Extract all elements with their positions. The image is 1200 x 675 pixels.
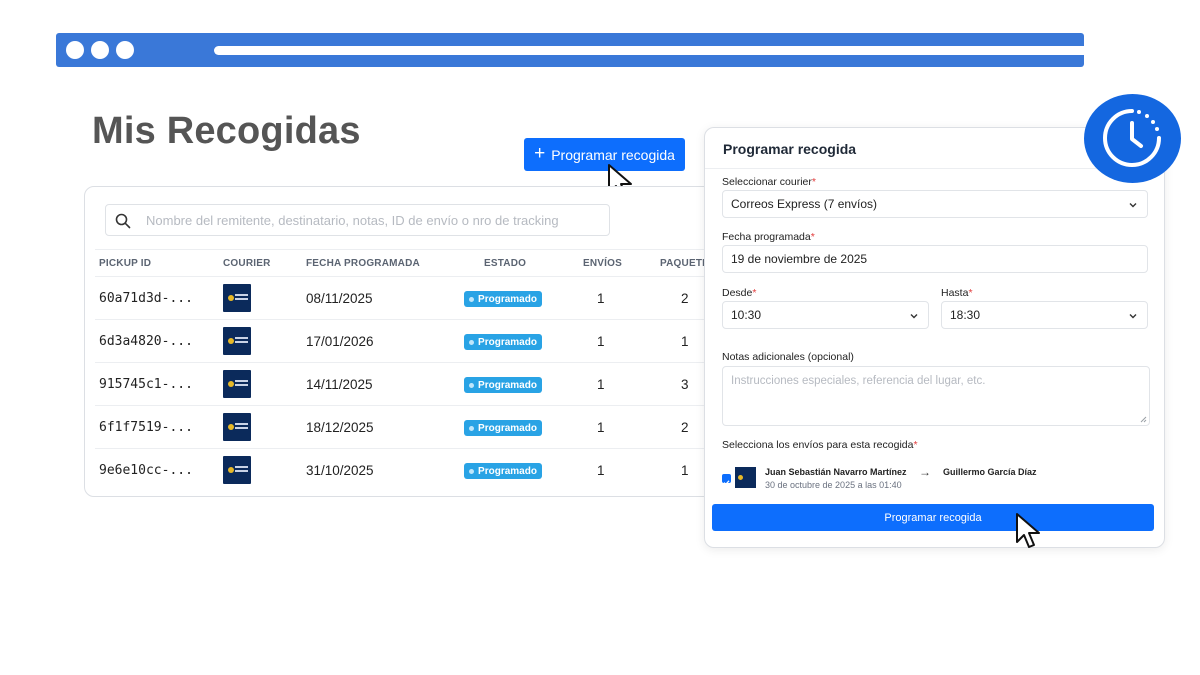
header-courier[interactable]: COURIER (223, 258, 271, 269)
courier-select-value: Correos Express (7 envíos) (731, 197, 878, 211)
scheduled-date: 31/10/2025 (306, 463, 374, 478)
packages-count: 3 (681, 377, 689, 392)
table-row[interactable]: 6d3a4820-... 17/01/2026 Programado 1 1 (95, 320, 723, 363)
window-dot-1[interactable] (66, 41, 84, 59)
courier-logo (223, 413, 251, 441)
table-row[interactable]: 915745c1-... 14/11/2025 Programado 1 3 (95, 363, 723, 406)
search-input[interactable] (146, 205, 606, 235)
shipments-count: 1 (597, 334, 605, 349)
check-icon (723, 480, 730, 486)
shipment-sender: Juan Sebastián Navarro Martínez (765, 467, 907, 477)
table-row[interactable]: 9e6e10cc-... 31/10/2025 Programado 1 1 (95, 449, 723, 492)
search-box (105, 204, 610, 236)
browser-toolbar (56, 33, 1108, 67)
shipment-date: 30 de octubre de 2025 a las 01:40 (765, 480, 902, 490)
table-row[interactable]: 60a71d3d-... 08/11/2025 Programado 1 2 (95, 277, 723, 320)
scheduled-date: 08/11/2025 (306, 291, 373, 306)
status-badge: Programado (464, 463, 542, 479)
courier-label: Seleccionar courier* (722, 176, 816, 188)
status-badge: Programado (464, 291, 542, 307)
packages-count: 1 (681, 334, 689, 349)
status-badge: Programado (464, 377, 542, 393)
scheduled-date: 17/01/2026 (306, 334, 374, 349)
courier-logo (223, 370, 251, 398)
pickup-id[interactable]: 6f1f7519-... (99, 420, 193, 435)
shipments-count: 1 (597, 291, 605, 306)
to-time-select[interactable]: 18:30 (941, 301, 1148, 329)
notes-textarea[interactable]: Instrucciones especiales, referencia del… (722, 366, 1150, 426)
table-header: PICKUP ID COURIER FECHA PROGRAMADA ESTAD… (95, 249, 723, 277)
address-bar[interactable] (214, 46, 1108, 55)
header-shipments[interactable]: ENVÍOS (583, 258, 622, 269)
courier-logo (223, 456, 251, 484)
date-field-value: 19 de noviembre de 2025 (731, 252, 868, 266)
date-label: Fecha programada* (722, 231, 815, 243)
courier-logo (223, 327, 251, 355)
shipments-count: 1 (597, 420, 605, 435)
packages-count: 1 (681, 463, 689, 478)
notes-label: Notas adicionales (opcional) (722, 351, 854, 363)
chevron-down-icon (910, 314, 918, 319)
scheduled-date: 14/11/2025 (306, 377, 373, 392)
shipment-checkbox[interactable] (722, 474, 731, 486)
shipments-count: 1 (597, 463, 605, 478)
pickup-id[interactable]: 60a71d3d-... (99, 291, 193, 306)
to-label: Hasta* (941, 287, 973, 299)
arrow-right-icon: → (919, 465, 931, 479)
date-field[interactable]: 19 de noviembre de 2025 (722, 245, 1148, 273)
packages-count: 2 (681, 420, 689, 435)
shipments-count: 1 (597, 377, 605, 392)
modal-title: Programar recogida (723, 141, 857, 157)
clock-icon (1084, 94, 1181, 183)
plus-icon: + (534, 143, 546, 164)
packages-count: 2 (681, 291, 689, 306)
pickup-id[interactable]: 9e6e10cc-... (99, 463, 193, 478)
shipments-label: Selecciona los envíos para esta recogida… (722, 439, 918, 451)
status-badge: Programado (464, 334, 542, 350)
page-title: Mis Recogidas (92, 110, 361, 152)
schedule-pickup-modal: Programar recogida Seleccionar courier* … (704, 127, 1165, 548)
courier-select[interactable]: Correos Express (7 envíos) (722, 190, 1148, 218)
header-scheduled-date[interactable]: FECHA PROGRAMADA (306, 258, 420, 269)
resize-handle-icon[interactable] (1140, 416, 1147, 423)
submit-pickup-button[interactable]: Programar recogida (712, 504, 1154, 531)
notes-placeholder: Instrucciones especiales, referencia del… (731, 375, 986, 387)
window-dot-3[interactable] (116, 41, 134, 59)
pickups-table-card: PICKUP ID COURIER FECHA PROGRAMADA ESTAD… (84, 186, 724, 497)
courier-logo (735, 467, 756, 488)
pickup-id[interactable]: 915745c1-... (99, 377, 193, 392)
from-label: Desde* (722, 287, 757, 299)
header-pickup-id[interactable]: PICKUP ID (99, 258, 151, 269)
shipment-recipient: Guillermo García Díaz (943, 467, 1037, 477)
search-icon (115, 213, 131, 229)
chevron-down-icon (1129, 203, 1137, 208)
window-dot-2[interactable] (91, 41, 109, 59)
courier-logo (223, 284, 251, 312)
to-time-value: 18:30 (950, 308, 981, 322)
header-status[interactable]: ESTADO (484, 258, 526, 269)
schedule-pickup-button[interactable]: + Programar recogida (524, 138, 685, 171)
chevron-down-icon (1129, 314, 1137, 319)
status-badge: Programado (464, 420, 542, 436)
from-time-value: 10:30 (731, 308, 762, 322)
scheduled-date: 18/12/2025 (306, 420, 374, 435)
from-time-select[interactable]: 10:30 (722, 301, 929, 329)
schedule-pickup-button-label: Programar recogida (551, 146, 675, 163)
pickup-id[interactable]: 6d3a4820-... (99, 334, 193, 349)
table-row[interactable]: 6f1f7519-... 18/12/2025 Programado 1 2 (95, 406, 723, 449)
mouse-cursor-icon (1016, 513, 1040, 548)
